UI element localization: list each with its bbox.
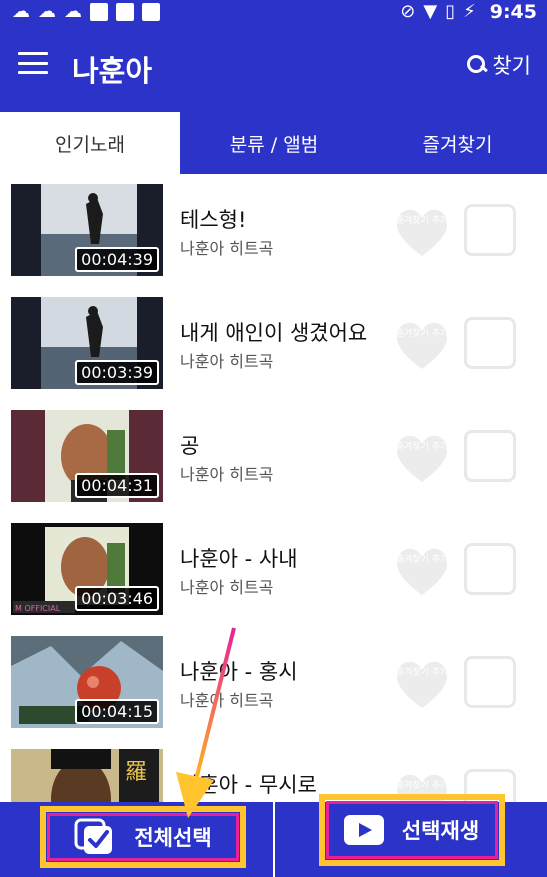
favorite-add-button[interactable]: 즐겨찾기 추가 xyxy=(392,543,452,598)
wifi-icon: ▼ xyxy=(423,1,438,22)
favorite-add-label: 즐겨찾기 추가 xyxy=(395,555,449,565)
status-bar: ☁ ☁ ☁ ⊘ ▼ ▯ ⚡ 9:45 xyxy=(0,0,547,24)
list-item[interactable]: 00:04:15 나훈아 - 홍시 나훈아 히트곡 즐겨찾기 추가 xyxy=(0,626,547,739)
play-selected-area: 선택재생 xyxy=(275,794,547,877)
duration-badge: 00:04:15 xyxy=(75,699,159,724)
favorite-add-label: 즐겨찾기 추가 xyxy=(395,329,449,339)
duration-badge: 00:04:39 xyxy=(75,247,159,272)
square-icon xyxy=(142,3,160,21)
list-item[interactable]: 00:04:39 테스형! 나훈아 히트곡 즐겨찾기 추가 xyxy=(0,174,547,287)
heart-icon xyxy=(396,322,448,369)
video-thumbnail[interactable]: 00:04:31 xyxy=(11,410,163,502)
heart-icon xyxy=(396,435,448,482)
heart-icon xyxy=(396,209,448,256)
battery-charging-icon: ⚡ xyxy=(463,1,476,22)
menu-icon[interactable] xyxy=(18,52,48,74)
favorite-add-label: 즐겨찾기 추가 xyxy=(395,668,449,678)
favorite-add-button[interactable]: 즐겨찾기 추가 xyxy=(392,656,452,711)
favorite-add-button[interactable]: 즐겨찾기 추가 xyxy=(392,204,452,259)
svg-text:M OFFICIAL: M OFFICIAL xyxy=(15,604,61,613)
song-subtitle: 나훈아 히트곡 xyxy=(180,465,274,484)
duration-badge: 00:03:46 xyxy=(75,586,159,611)
page-title: 나훈아 xyxy=(72,54,153,88)
song-title[interactable]: 나훈아 - 사내 xyxy=(180,543,298,573)
song-title[interactable]: 나훈아 - 무시로 xyxy=(180,769,317,799)
svg-text:羅: 羅 xyxy=(125,760,147,785)
status-time: 9:45 xyxy=(489,1,537,23)
play-selected-button[interactable]: 선택재생 xyxy=(318,794,505,866)
duration-badge: 00:04:31 xyxy=(75,473,159,498)
select-all-area: 전체선택 xyxy=(0,802,273,877)
checkbox-checked-icon xyxy=(74,818,116,856)
search-label: 찾기 xyxy=(492,54,531,78)
heart-icon xyxy=(396,548,448,595)
song-subtitle: 나훈아 히트곡 xyxy=(180,352,274,371)
tab-category-album[interactable]: 분류 / 앨범 xyxy=(180,112,368,174)
select-checkbox[interactable] xyxy=(464,204,516,256)
video-thumbnail[interactable]: M OFFICIAL 00:03:46 xyxy=(11,523,163,615)
select-checkbox[interactable] xyxy=(464,430,516,482)
thumbnail-image: 羅 xyxy=(11,749,163,802)
search-button[interactable]: 찾기 xyxy=(466,50,531,80)
video-thumbnail[interactable]: 00:03:39 xyxy=(11,297,163,389)
square-icon xyxy=(116,3,134,21)
song-list[interactable]: 00:04:39 테스형! 나훈아 히트곡 즐겨찾기 추가 00:03:39 내… xyxy=(0,174,547,802)
square-icon xyxy=(90,3,108,21)
favorite-add-button[interactable]: 즐겨찾기 추가 xyxy=(392,317,452,372)
select-checkbox[interactable] xyxy=(464,543,516,595)
no-sim-icon: ▯ xyxy=(445,1,456,22)
notification-icon: ☁ xyxy=(38,1,56,22)
notification-icon: ☁ xyxy=(64,1,82,22)
favorite-add-label: 즐겨찾기 추가 xyxy=(395,442,449,452)
song-subtitle: 나훈아 히트곡 xyxy=(180,239,274,258)
list-item[interactable]: 00:04:31 공 나훈아 히트곡 즐겨찾기 추가 xyxy=(0,400,547,513)
favorite-add-label: 즐겨찾기 추가 xyxy=(395,216,449,226)
tab-favorites[interactable]: 즐겨찾기 xyxy=(368,112,547,174)
select-all-label: 전체선택 xyxy=(134,826,212,850)
heart-icon xyxy=(396,661,448,708)
video-thumbnail[interactable]: 00:04:15 xyxy=(11,636,163,728)
notification-icon: ☁ xyxy=(12,1,30,22)
play-selected-label: 선택재생 xyxy=(401,819,480,843)
song-subtitle: 나훈아 히트곡 xyxy=(180,578,274,597)
app-bar: 나훈아 찾기 xyxy=(0,24,547,112)
video-thumbnail[interactable]: 羅 xyxy=(11,749,163,802)
search-icon xyxy=(466,54,488,76)
list-item[interactable]: 00:03:39 내게 애인이 생겼어요 나훈아 히트곡 즐겨찾기 추가 xyxy=(0,287,547,400)
song-subtitle: 나훈아 히트곡 xyxy=(180,691,274,710)
favorite-add-label: 즐겨찾기 추가 xyxy=(395,781,449,791)
duration-badge: 00:03:39 xyxy=(75,360,159,385)
tab-popular[interactable]: 인기노래 xyxy=(0,112,180,174)
dnd-icon: ⊘ xyxy=(400,1,416,22)
video-thumbnail[interactable]: 00:04:39 xyxy=(11,184,163,276)
select-checkbox[interactable] xyxy=(464,317,516,369)
list-item[interactable]: M OFFICIAL 00:03:46 나훈아 - 사내 나훈아 히트곡 즐겨찾… xyxy=(0,513,547,626)
tab-bar: 인기노래 분류 / 앨범 즐겨찾기 xyxy=(0,112,547,174)
favorite-add-button[interactable]: 즐겨찾기 추가 xyxy=(392,430,452,485)
song-title[interactable]: 내게 애인이 생겼어요 xyxy=(180,317,367,347)
song-title[interactable]: 테스형! xyxy=(180,204,246,234)
song-title[interactable]: 공 xyxy=(180,430,199,460)
play-icon xyxy=(343,815,384,845)
select-all-button[interactable]: 전체선택 xyxy=(40,806,246,868)
bottom-action-bar: 전체선택 선택재생 xyxy=(0,794,547,877)
list-item[interactable]: 羅 나훈아 - 무시로 즐겨찾기 추가 xyxy=(0,739,547,802)
select-checkbox[interactable] xyxy=(464,656,516,708)
song-title[interactable]: 나훈아 - 홍시 xyxy=(180,656,298,686)
